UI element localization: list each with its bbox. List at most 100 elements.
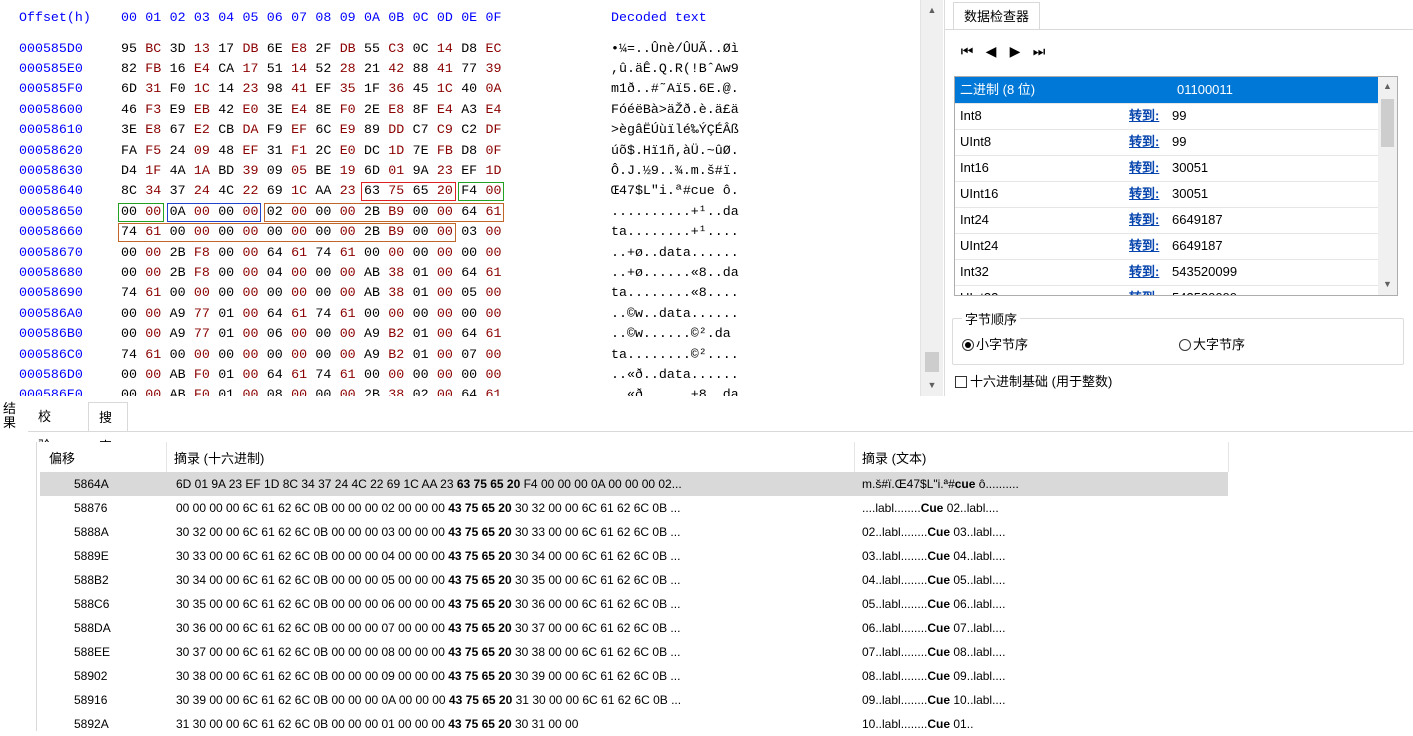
hex-byte[interactable]: F4 <box>461 181 479 201</box>
hex-byte[interactable]: 6E <box>267 39 285 59</box>
hex-byte[interactable]: 00 <box>437 385 455 396</box>
hex-row[interactable]: 00058610 3E E8 67 E2 CB DA F9 EF 6C E9 89 DD C7 C9 C2 DF… <box>0 120 920 140</box>
hex-byte[interactable]: EF <box>315 79 333 99</box>
hex-byte[interactable]: 00 <box>461 304 479 324</box>
hex-byte[interactable]: 45 <box>413 79 431 99</box>
tab-data-inspector[interactable]: 数据检查器 <box>953 2 1041 30</box>
hex-row[interactable]: 000585E0 82 FB 16 E4 CA 17 51 14 52 28 21 42 88 41 77 39… <box>0 59 920 79</box>
hex-byte[interactable]: 00 <box>267 345 285 365</box>
hex-byte[interactable]: 74 <box>121 222 139 242</box>
hex-vertical-scrollbar[interactable]: ▲ ▼ <box>920 0 943 396</box>
hex-byte[interactable]: 4C <box>218 181 236 201</box>
hex-byte[interactable]: F1 <box>291 141 309 161</box>
column-header-hex[interactable]: 摘录 (十六进制) <box>174 448 264 467</box>
hex-byte[interactable]: 00 <box>340 345 358 365</box>
hex-byte[interactable]: 00 <box>291 202 309 222</box>
inspector-value[interactable]: 6649187 <box>1172 233 1223 259</box>
hex-byte[interactable]: 00 <box>413 243 431 263</box>
table-row[interactable]: 5889E 30 33 00 00 6C 61 62 6C 0B 00 00 00… <box>40 544 1228 568</box>
column-separator[interactable] <box>166 442 167 472</box>
hex-byte[interactable]: 00 <box>170 345 188 365</box>
hex-byte[interactable]: 09 <box>194 141 212 161</box>
hex-byte[interactable]: 3E <box>121 120 139 140</box>
hex-byte[interactable]: 4A <box>170 161 188 181</box>
hex-byte[interactable]: 14 <box>218 79 236 99</box>
hex-row[interactable]: 000586D0 00 00 AB F0 01 00 64 61 74 61 00 00 00 00 00 00… <box>0 365 920 385</box>
hex-byte[interactable]: CA <box>218 59 236 79</box>
inspector-row[interactable]: Int24 转到: 6649187 <box>955 207 1379 234</box>
hex-byte[interactable]: 00 <box>340 263 358 283</box>
inspector-row[interactable]: Int8 转到: 99 <box>955 103 1379 130</box>
hex-byte[interactable]: E8 <box>145 120 163 140</box>
hex-row[interactable]: 000586B0 00 00 A9 77 01 00 06 00 00 00 A9 B2 01 00 64 61… <box>0 324 920 344</box>
hex-byte[interactable]: DF <box>486 120 504 140</box>
tab-checksum[interactable]: 校验 <box>28 402 61 453</box>
hex-byte[interactable]: 00 <box>243 324 261 344</box>
hex-byte[interactable]: 00 <box>121 324 139 344</box>
hex-byte[interactable]: 23 <box>340 181 358 201</box>
hex-row[interactable]: 000586C0 74 61 00 00 00 00 00 00 00 00 A9 B2 01 00 07 00… <box>0 345 920 365</box>
hex-byte[interactable]: EF <box>243 141 261 161</box>
hex-byte[interactable]: 61 <box>291 243 309 263</box>
hex-byte[interactable]: 61 <box>145 283 163 303</box>
hex-byte[interactable]: 00 <box>486 283 504 303</box>
hex-byte[interactable]: AB <box>364 283 382 303</box>
hex-byte[interactable]: 00 <box>291 222 309 242</box>
column-header-text[interactable]: 摘录 (文本) <box>862 448 926 467</box>
hex-byte[interactable]: 1D <box>388 141 406 161</box>
hex-editor-view[interactable]: Offset(h) 00 01 02 03 04 05 06 07 08 09 0A 0B 0C 0D 0E 0… <box>0 0 920 396</box>
scroll-up-arrow-icon[interactable]: ▲ <box>1378 81 1397 91</box>
hex-row[interactable]: 000585D0 95 BC 3D 13 17 DB 6E E8 2F DB 55 C3 0C 14 D8 EC… <box>0 39 920 59</box>
hex-byte[interactable]: 1D <box>486 161 504 181</box>
hex-byte[interactable]: 37 <box>170 181 188 201</box>
hex-byte[interactable]: 00 <box>194 222 212 242</box>
inspector-value[interactable]: 543520099 <box>1172 285 1237 295</box>
goto-link[interactable]: 转到: <box>1129 129 1159 155</box>
hex-byte[interactable]: 00 <box>243 385 261 396</box>
goto-link[interactable]: 转到: <box>1129 233 1159 259</box>
hex-byte[interactable]: 05 <box>291 161 309 181</box>
hex-byte[interactable]: 00 <box>340 222 358 242</box>
hex-byte[interactable]: 0A <box>170 202 188 222</box>
hex-byte[interactable]: 00 <box>340 202 358 222</box>
table-row[interactable]: 58876 00 00 00 00 6C 61 62 6C 0B 00 00 00… <box>40 496 1228 520</box>
hex-byte[interactable]: 28 <box>340 59 358 79</box>
hex-byte[interactable]: 74 <box>315 243 333 263</box>
hex-byte[interactable]: 64 <box>461 385 479 396</box>
first-icon[interactable]: ⏮ <box>957 40 977 62</box>
hex-byte[interactable]: 61 <box>145 222 163 242</box>
hex-byte[interactable]: A9 <box>364 345 382 365</box>
hex-byte[interactable]: E8 <box>388 100 406 120</box>
inspector-value[interactable]: 6649187 <box>1172 207 1223 233</box>
hex-row[interactable]: 000586A0 00 00 A9 77 01 00 64 61 74 61 00 00 00 00 00 00… <box>0 304 920 324</box>
hex-byte[interactable]: E0 <box>340 141 358 161</box>
hex-byte[interactable]: 00 <box>340 324 358 344</box>
inspector-row[interactable]: UInt24 转到: 6649187 <box>955 233 1379 260</box>
hex-byte[interactable]: 00 <box>291 385 309 396</box>
table-row[interactable]: 5888A 30 32 00 00 6C 61 62 6C 0B 00 00 00… <box>40 520 1228 544</box>
hex-byte[interactable]: B9 <box>388 202 406 222</box>
decoded-text[interactable]: ..+ø......«8..da <box>611 263 739 283</box>
hex-byte[interactable]: 17 <box>218 39 236 59</box>
hex-byte[interactable]: 77 <box>194 324 212 344</box>
hex-byte[interactable]: 07 <box>461 345 479 365</box>
hex-byte[interactable]: 36 <box>388 79 406 99</box>
hex-byte[interactable]: EB <box>194 100 212 120</box>
hex-byte[interactable]: E4 <box>291 100 309 120</box>
hex-byte[interactable]: 9A <box>413 161 431 181</box>
hex-byte[interactable]: 00 <box>121 304 139 324</box>
hex-byte[interactable]: E9 <box>340 120 358 140</box>
hex-row[interactable]: 00058650 00 00 0A 00 00 00 02 00 00 00 2B B9 00 00 64 61… <box>0 202 920 222</box>
hex-byte[interactable]: 61 <box>145 345 163 365</box>
inspector-vertical-scrollbar[interactable]: ▲ ▼ <box>1378 76 1398 296</box>
hex-byte[interactable]: DD <box>388 120 406 140</box>
decoded-text[interactable]: ta........«8.... <box>611 283 739 303</box>
decoded-text[interactable]: úõ$.Hï1ñ,àÜ.~ûØ. <box>611 141 739 161</box>
table-row[interactable]: 58916 30 39 00 00 6C 61 62 6C 0B 00 00 00… <box>40 688 1228 712</box>
hex-byte[interactable]: DB <box>340 39 358 59</box>
hex-byte[interactable]: 00 <box>243 202 261 222</box>
hex-byte[interactable]: BD <box>218 161 236 181</box>
hex-byte[interactable]: 00 <box>218 345 236 365</box>
hex-byte[interactable]: 14 <box>437 39 455 59</box>
hex-byte[interactable]: 77 <box>194 304 212 324</box>
